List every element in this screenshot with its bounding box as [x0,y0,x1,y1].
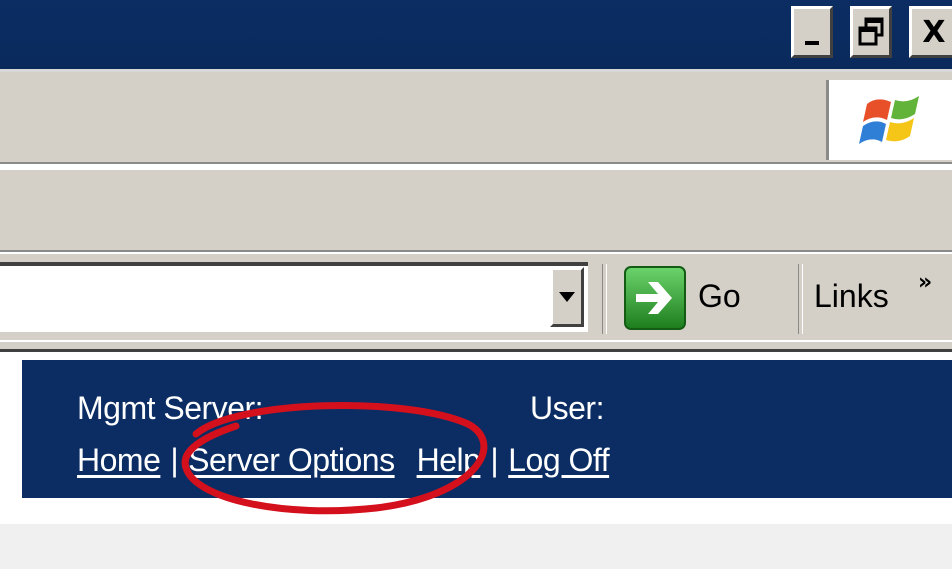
user-label: User: [530,390,604,426]
address-bar: Go Links » [0,254,952,350]
go-arrow-icon[interactable] [624,266,686,330]
chevron-more-icon[interactable]: » [918,270,932,295]
menu-bar [0,72,952,168]
toolbar-separator [602,264,607,334]
close-icon: X [922,14,946,50]
standard-toolbar [0,170,952,252]
browser-window: X Go Links » Mgmt Server: User: Home | S… [0,0,952,569]
title-bar: X [0,0,952,72]
header-banner: Mgmt Server: User: Home | Server Options He… [22,360,952,498]
minimize-icon [805,41,819,45]
page-content: Mgmt Server: User: Home | Server Options He… [0,352,952,569]
mgmt-server-label: Mgmt Server: [77,390,264,426]
windows-logo [826,80,952,160]
dropdown-arrow-icon [559,292,575,302]
nav-separator: | [170,442,179,478]
restore-button[interactable] [850,6,892,58]
help-link[interactable]: Help [417,442,481,478]
go-button[interactable]: Go [698,278,741,315]
windows-flag-icon [859,96,919,144]
links-button[interactable]: Links [814,278,889,315]
address-input[interactable] [0,262,588,332]
close-button[interactable]: X [909,6,952,58]
server-options-link[interactable]: Server Options [188,442,395,478]
log-off-link[interactable]: Log Off [508,442,609,478]
content-area [0,524,952,569]
address-dropdown-button[interactable] [550,267,584,327]
nav-links: Home | Server Options Help | Log Off [77,442,610,479]
restore-icon [858,17,884,46]
home-link[interactable]: Home [77,442,161,478]
nav-separator: | [490,442,499,478]
toolbar-divider [0,340,952,352]
toolbar-separator [798,264,803,334]
minimize-button[interactable] [791,6,833,58]
